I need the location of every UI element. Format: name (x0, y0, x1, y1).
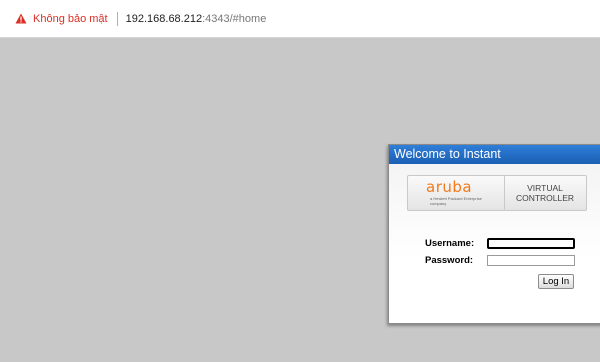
login-button[interactable]: Log In (538, 274, 574, 289)
product-name-line1: VIRTUAL (527, 183, 563, 193)
security-status-label[interactable]: Không bảo mật (33, 13, 108, 25)
username-label: Username: (425, 238, 475, 249)
product-name: VIRTUAL CONTROLLER (505, 183, 585, 203)
url-host[interactable]: 192.168.68.212 (126, 13, 202, 25)
product-logo-banner: aruba a Hewlett Packard Enterprise compa… (407, 175, 587, 211)
password-input[interactable] (487, 255, 575, 266)
address-separator (116, 11, 118, 26)
warning-triangle-icon (15, 13, 27, 24)
aruba-tagline: a Hewlett Packard Enterprise company (430, 196, 482, 206)
username-input[interactable] (487, 238, 575, 249)
aruba-logo: aruba a Hewlett Packard Enterprise compa… (408, 176, 505, 210)
aruba-brand-text: aruba (426, 178, 473, 196)
password-label: Password: (425, 255, 474, 266)
product-name-line2: CONTROLLER (515, 193, 575, 203)
dialog-title: Welcome to Instant (389, 145, 600, 164)
dialog-body: aruba a Hewlett Packard Enterprise compa… (389, 164, 600, 323)
browser-address-bar[interactable]: Không bảo mật 192.168.68.212:4343/#home (0, 0, 600, 38)
login-dialog: Welcome to Instant aruba a Hewlett Packa… (388, 144, 600, 324)
url-path[interactable]: :4343/#home (202, 13, 266, 25)
